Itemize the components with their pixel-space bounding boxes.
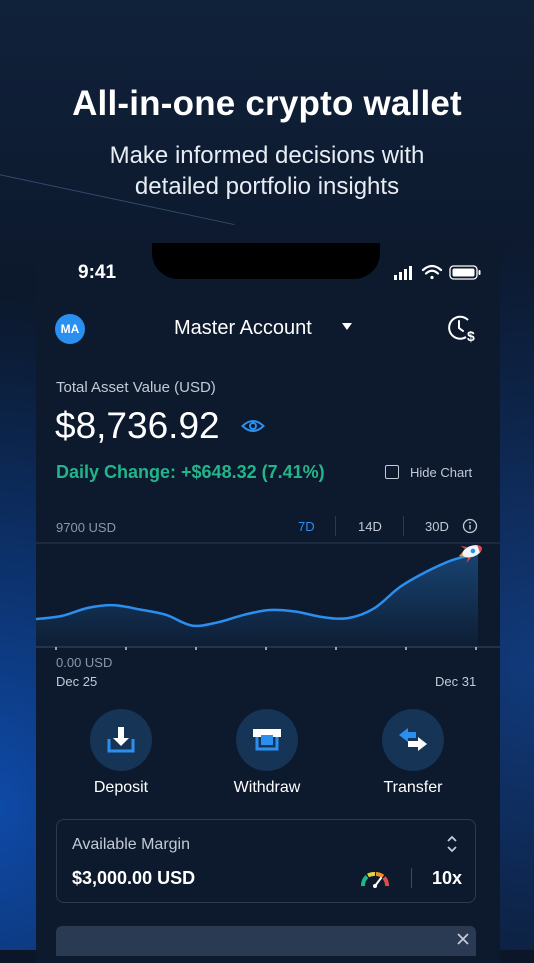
promo-headline: All-in-one crypto wallet: [72, 84, 462, 123]
status-icons: [394, 264, 481, 280]
svg-text:$: $: [467, 328, 475, 344]
eye-icon[interactable]: [241, 417, 265, 435]
deposit-button[interactable]: Deposit: [61, 709, 181, 797]
promo-subheadline-line: detailed portfolio insights: [134, 173, 400, 200]
daily-change: Daily Change: +$648.32 (7.41%): [56, 462, 325, 482]
account-selector[interactable]: Master Account: [174, 317, 312, 340]
available-margin-card[interactable]: Available Margin $3,000.00 USD 10x: [56, 819, 476, 903]
promo-subheadline-line: Make informed decisions with: [109, 142, 425, 169]
clock-dollar-icon[interactable]: $: [446, 314, 480, 344]
range-tab-30d[interactable]: 30D: [425, 519, 449, 534]
range-divider: [403, 516, 404, 536]
withdraw-button[interactable]: Withdraw: [207, 709, 327, 797]
hide-chart-label[interactable]: Hide Chart: [410, 465, 472, 480]
withdraw-icon: [253, 729, 281, 751]
chevron-up-down-icon[interactable]: [445, 834, 459, 854]
promo-banner[interactable]: [56, 926, 476, 956]
range-tab-14d[interactable]: 14D: [358, 519, 382, 534]
withdraw-label[interactable]: Withdraw: [207, 779, 327, 797]
available-margin-label: Available Margin: [72, 836, 190, 853]
phone-notch: [152, 243, 380, 279]
transfer-label[interactable]: Transfer: [353, 779, 473, 797]
battery-icon: [449, 265, 481, 280]
total-asset-value: $8,736.92: [55, 405, 220, 446]
info-icon[interactable]: [462, 518, 478, 534]
transfer-icon-circle[interactable]: [382, 709, 444, 771]
status-time: 9:41: [78, 262, 117, 283]
chart-x-end-label: Dec 31: [435, 674, 477, 689]
chart-y-min-label: 0.00 USD: [56, 655, 113, 670]
deposit-icon: [107, 727, 135, 753]
leverage-divider: [411, 868, 412, 888]
signal-icon: [394, 266, 412, 280]
chart-area-fill: [36, 553, 478, 647]
avatar[interactable]: MA: [55, 314, 85, 344]
range-divider: [335, 516, 336, 536]
gauge-icon: [361, 871, 389, 888]
transfer-icon: [399, 728, 427, 751]
chart-y-max-label: 9700 USD: [56, 520, 116, 535]
total-asset-label: Total Asset Value (USD): [56, 379, 216, 396]
deposit-icon-circle[interactable]: [90, 709, 152, 771]
range-tab-7d[interactable]: 7D: [298, 519, 315, 534]
portfolio-chart: [35, 542, 500, 650]
hide-chart-checkbox[interactable]: [385, 465, 399, 479]
available-margin-value: $3,000.00 USD: [72, 868, 196, 888]
deposit-label[interactable]: Deposit: [61, 779, 181, 797]
promo-subheadline: Make informed decisions with detailed po…: [0, 140, 534, 202]
close-icon[interactable]: [456, 932, 470, 946]
leverage-value[interactable]: 10x: [432, 868, 462, 889]
chart-x-start-label: Dec 25: [56, 674, 98, 689]
caret-down-icon[interactable]: [342, 323, 352, 330]
wifi-icon: [421, 264, 443, 280]
transfer-button[interactable]: Transfer: [353, 709, 473, 797]
withdraw-icon-circle[interactable]: [236, 709, 298, 771]
